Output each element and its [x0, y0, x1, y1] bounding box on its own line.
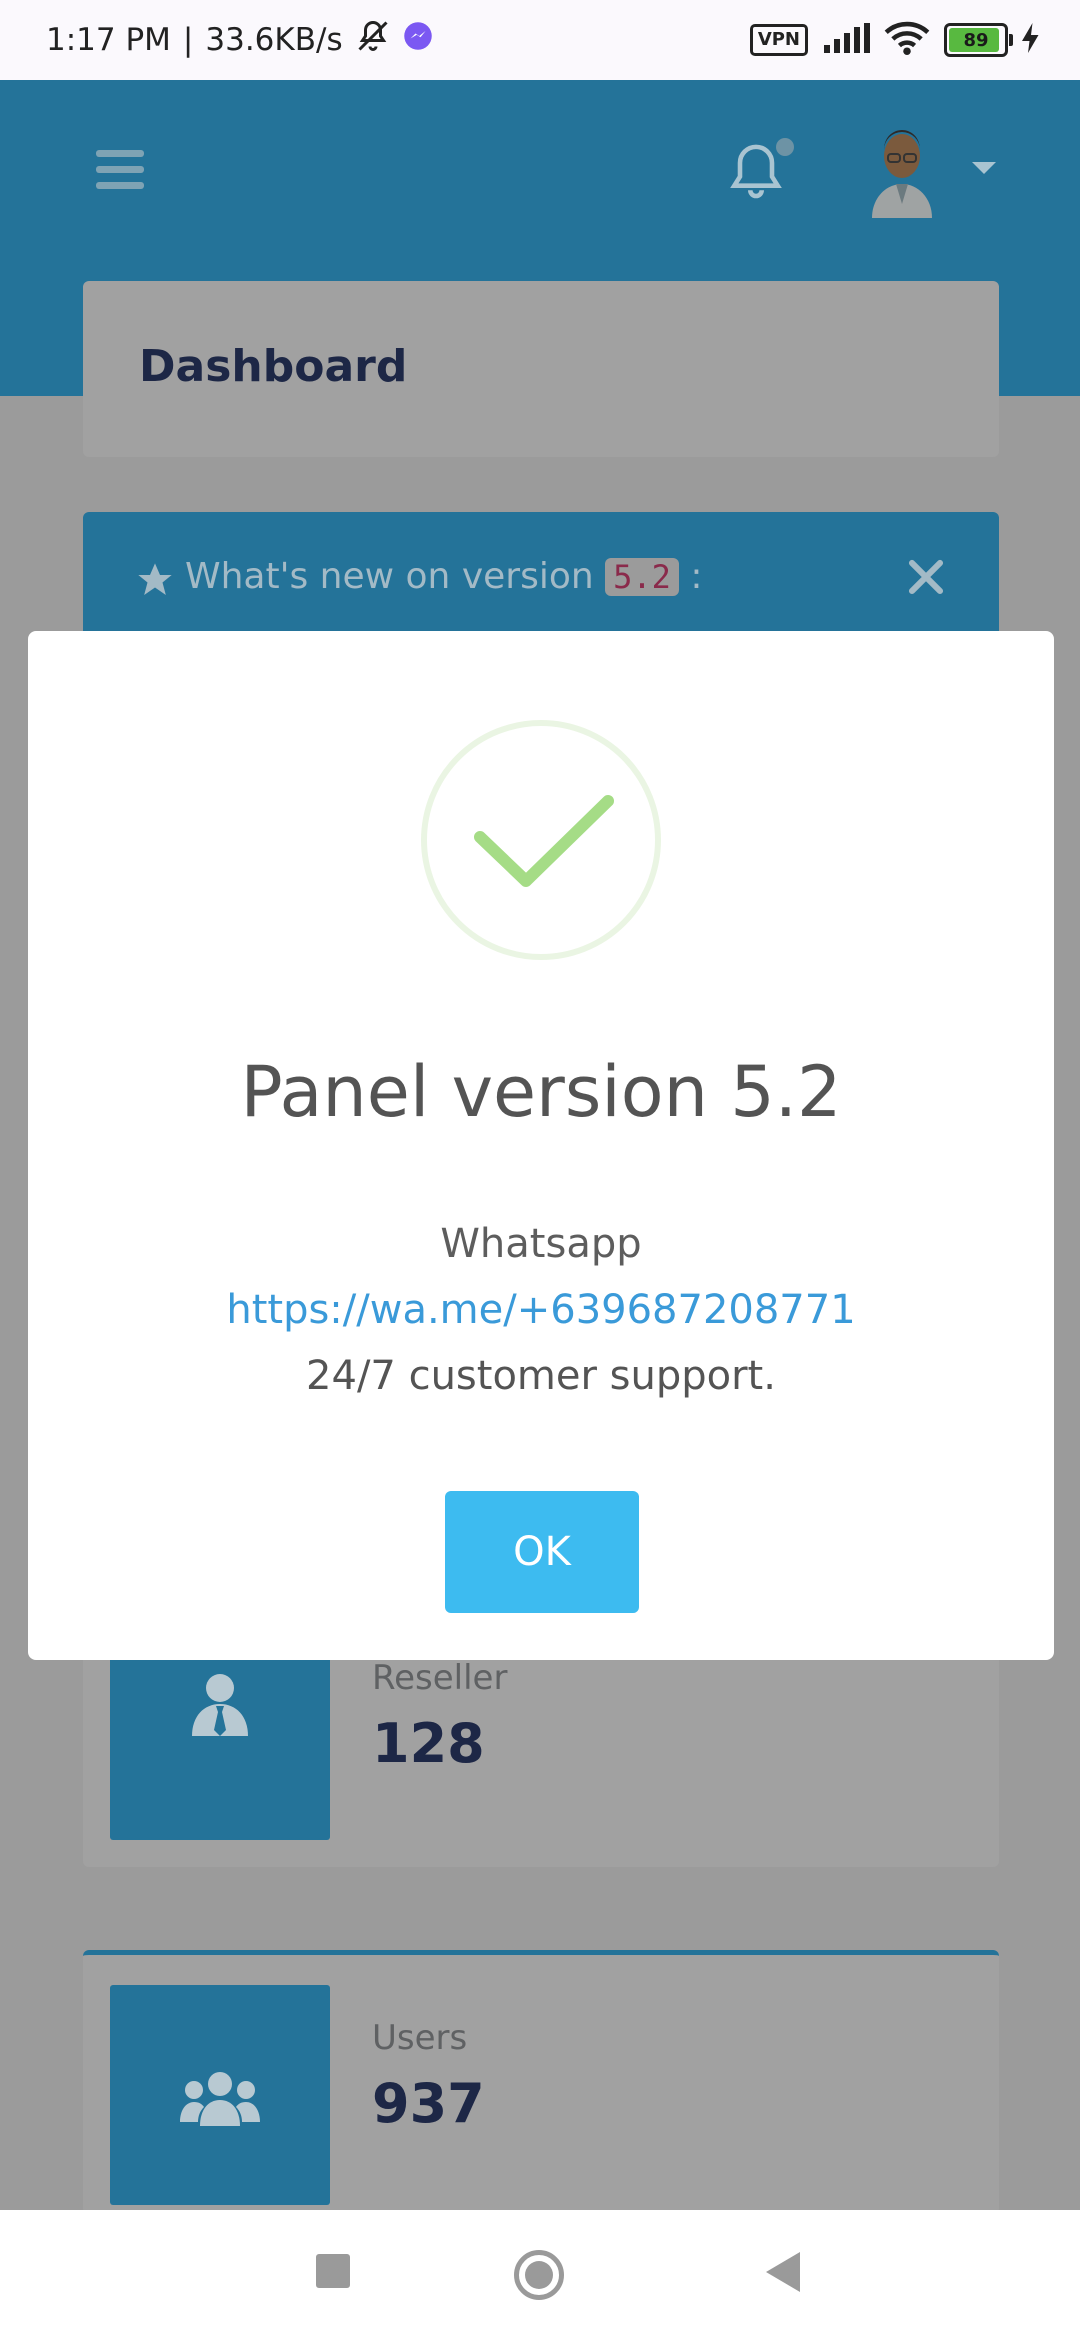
users-count: 937 — [372, 2072, 485, 2135]
recent-apps-button[interactable] — [316, 2254, 350, 2288]
chevron-down-icon[interactable] — [972, 162, 996, 174]
back-button[interactable] — [766, 2252, 800, 2292]
modal-whatsapp-label: Whatsapp — [440, 1221, 642, 1267]
modal-title: Panel version 5.2 — [240, 1051, 842, 1133]
ok-button[interactable]: OK — [445, 1491, 639, 1613]
whats-new-suffix: : — [690, 556, 703, 597]
whatsapp-link[interactable]: https://wa.me/+639687208771 — [28, 1277, 1054, 1343]
close-icon[interactable] — [905, 556, 947, 598]
system-nav-bar — [0, 2210, 1080, 2340]
avatar[interactable] — [868, 128, 936, 218]
status-network-speed: 33.6KB/s — [205, 22, 343, 58]
notification-dot — [776, 138, 794, 156]
page-title: Dashboard — [139, 341, 408, 392]
hamburger-menu-icon[interactable] — [96, 150, 144, 190]
user-tie-icon — [192, 1674, 248, 1736]
reseller-label: Reseller — [372, 1658, 508, 1698]
version-modal: Panel version 5.2 Whatsapp https://wa.me… — [28, 631, 1054, 1660]
status-time: 1:17 PM — [46, 22, 171, 58]
vpn-badge: VPN — [749, 24, 808, 56]
reseller-count: 128 — [372, 1712, 485, 1775]
success-check-icon — [420, 719, 662, 961]
users-label: Users — [372, 2018, 468, 2058]
charging-icon — [1022, 23, 1040, 57]
messenger-icon — [403, 21, 433, 59]
users-icon — [180, 2072, 260, 2126]
modal-body: Whatsapp https://wa.me/+639687208771 24/… — [28, 1211, 1054, 1409]
star-icon — [135, 560, 175, 600]
battery-level: 89 — [963, 29, 989, 51]
whats-new-text: What's new on version 5.2 : — [185, 556, 703, 597]
status-separator: | — [182, 22, 194, 58]
battery-icon: 89 — [944, 23, 1013, 57]
version-chip: 5.2 — [605, 558, 679, 596]
bell-off-icon — [355, 18, 391, 62]
users-stat-card: Users 937 — [83, 1950, 999, 2215]
page-title-card: Dashboard — [83, 281, 999, 457]
home-button[interactable] — [514, 2250, 564, 2300]
wifi-icon — [884, 21, 930, 59]
whats-new-alert: What's new on version 5.2 : — [83, 512, 999, 632]
modal-support-text: 24/7 customer support. — [306, 1353, 776, 1399]
signal-icon — [822, 23, 870, 57]
users-icon-box — [110, 1985, 330, 2205]
whats-new-prefix: What's new on version — [185, 556, 594, 597]
status-bar: 1:17 PM | 33.6KB/s VPN 89 — [0, 0, 1080, 80]
